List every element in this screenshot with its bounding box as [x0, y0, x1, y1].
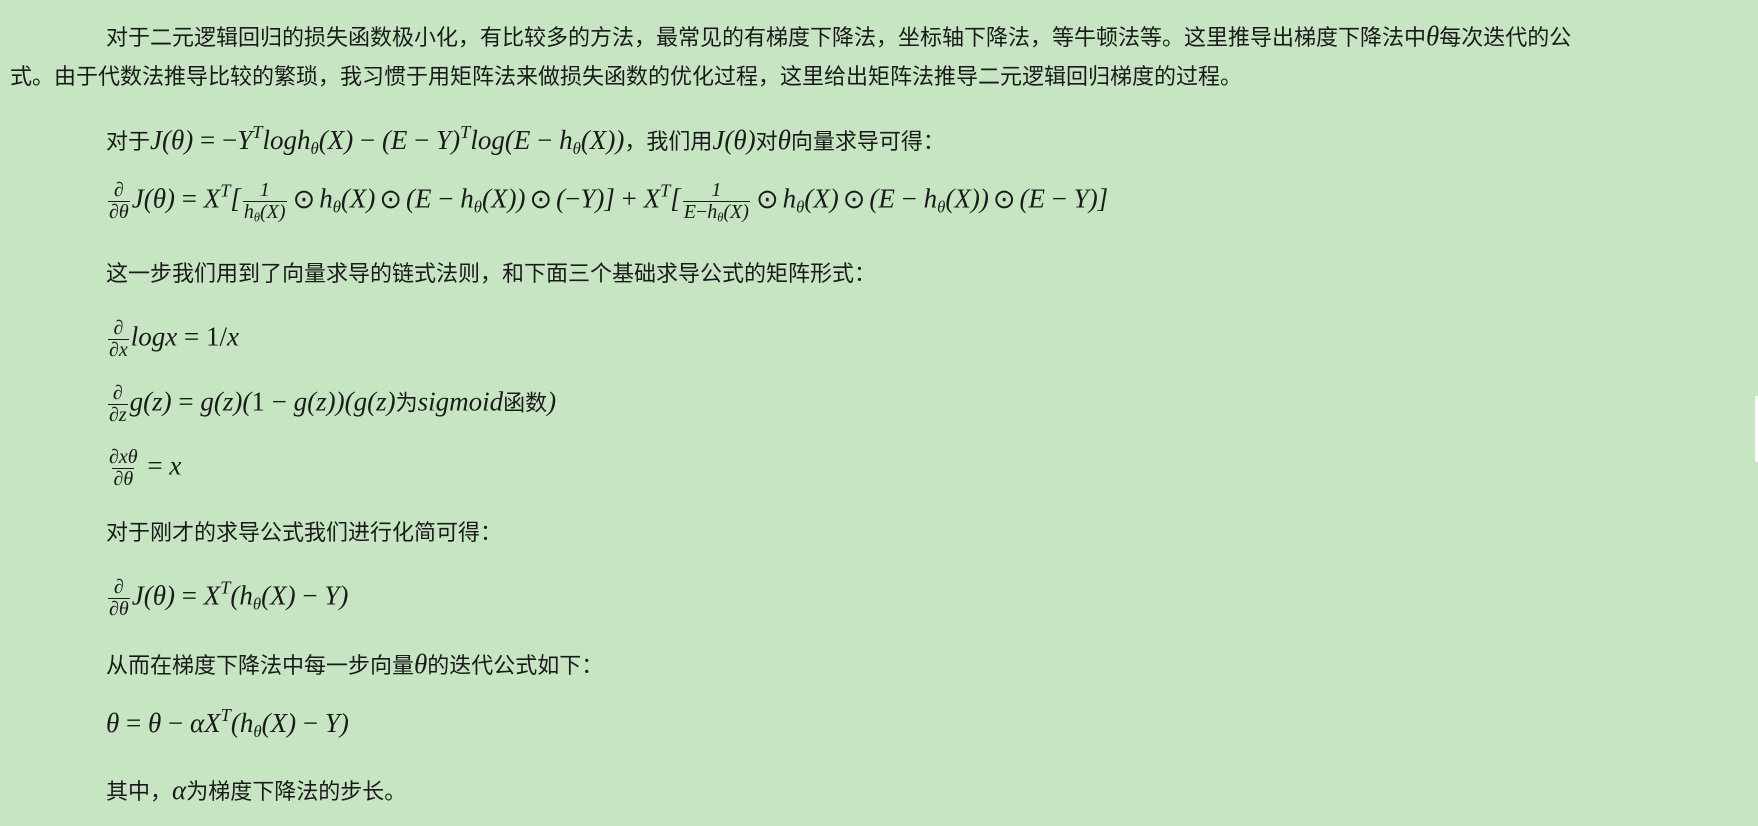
- partial-derivative: ∂ ∂θ: [108, 179, 130, 223]
- partial-derivative: ∂ ∂x: [108, 317, 129, 361]
- theta-symbol: θ: [777, 125, 791, 155]
- simplified-gradient-formula: ∂ ∂θ J(θ) = XT(hθ(X) − Y): [108, 576, 349, 620]
- paragraph-intro-line1: 对于二元逻辑回归的损失函数极小化，有比较多的方法，最常见的有梯度下降法，坐标轴下…: [106, 23, 1571, 50]
- text: 对于刚才的求导公式我们进行化简可得：: [106, 521, 503, 546]
- text: 式。由于代数法推导比较的繁琐，我习惯于用矩阵法来做损失函数的优化过程，这里给出矩…: [10, 65, 1243, 90]
- step-size-text: 其中，α为梯度下降法的步长。: [106, 777, 406, 804]
- chain-rule-text: 这一步我们用到了向量求导的链式法则，和下面三个基础求导公式的矩阵形式：: [106, 264, 876, 286]
- text: 的迭代公式如下：: [427, 654, 604, 679]
- text: 对于: [106, 130, 151, 155]
- partial-derivative: ∂ ∂z: [108, 382, 128, 426]
- partial-derivative: ∂ ∂θ: [108, 576, 130, 620]
- text: 为梯度下降法的步长。: [186, 780, 407, 805]
- text: 每次迭代的公: [1439, 26, 1572, 51]
- fraction: 1 E−hθ(X): [682, 179, 750, 225]
- text: 对: [755, 130, 778, 155]
- partial-derivative: ∂xθ ∂θ: [109, 446, 138, 490]
- text: 为: [395, 391, 418, 417]
- text: 从而在梯度下降法中每一步向量: [106, 654, 415, 679]
- log-derivative-formula: ∂ ∂x logx = 1/x: [108, 317, 239, 361]
- text: 函数: [503, 391, 548, 417]
- fraction: 1 hθ(X): [242, 179, 287, 225]
- text: 对于二元逻辑回归的损失函数极小化，有比较多的方法，最常见的有梯度下降法，坐标轴下…: [106, 26, 1427, 51]
- linear-derivative-formula: ∂xθ ∂θ = x: [109, 446, 182, 490]
- iteration-text: 从而在梯度下降法中每一步向量θ的迭代公式如下：: [106, 651, 603, 678]
- alpha-symbol: α: [172, 775, 187, 805]
- simplify-text: 对于刚才的求导公式我们进行化简可得：: [106, 523, 502, 545]
- text: 这一步我们用到了向量求导的链式法则，和下面三个基础求导公式的矩阵形式：: [106, 262, 877, 287]
- theta-symbol: θ: [1426, 21, 1440, 51]
- text: ，我们用: [624, 130, 713, 155]
- theta-symbol: θ: [414, 649, 428, 679]
- j-theta-symbol: J(θ): [712, 125, 756, 155]
- update-rule-formula: θ = θ − αXT(hθ(X) − Y): [106, 704, 349, 742]
- loss-formula: J(θ) = −YTloghθ(X) − (E − Y)Tlog(E − hθ(…: [150, 121, 625, 159]
- loss-function-sentence: 对于J(θ) = −YTloghθ(X) − (E − Y)Tlog(E − h…: [106, 121, 945, 159]
- gradient-formula: ∂ ∂θ J(θ) = XT[1 hθ(X) ⊙ hθ(X) ⊙ (E − hθ(X)) ⊙ (−…: [108, 179, 1109, 225]
- text: 其中，: [106, 780, 173, 805]
- text: 向量求导可得：: [790, 130, 945, 155]
- sigmoid-derivative-formula: ∂ ∂z g(z) = g(z)(1 − g(z))(g(z)为sigmoid函数): [108, 382, 557, 426]
- sigmoid-label: sigmoid: [417, 386, 504, 417]
- paragraph-intro-line2: 式。由于代数法推导比较的繁琐，我习惯于用矩阵法来做损失函数的优化过程，这里给出矩…: [10, 67, 1242, 89]
